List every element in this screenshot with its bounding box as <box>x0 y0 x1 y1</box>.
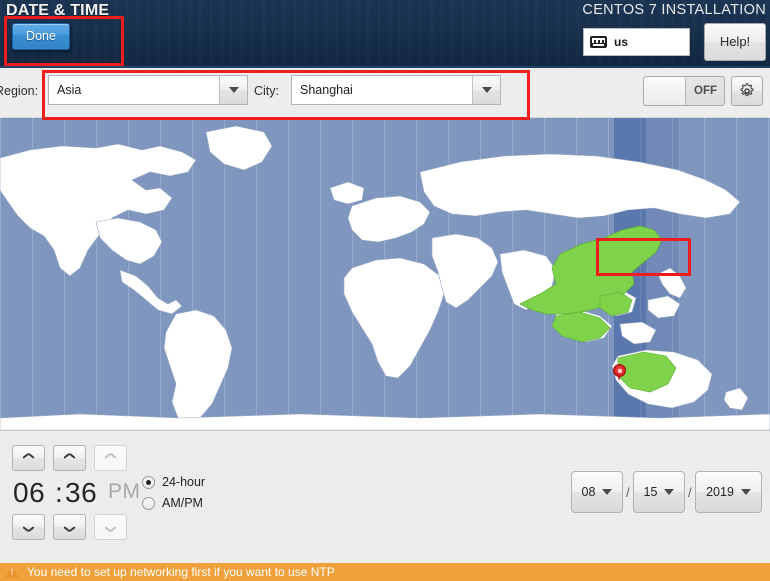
year-value: 2019 <box>706 485 734 499</box>
date-separator: / <box>626 485 630 500</box>
city-value: Shanghai <box>300 83 353 97</box>
network-time-settings-button[interactable] <box>731 76 763 106</box>
chevron-down-icon <box>64 524 75 531</box>
radio-am-pm-indicator <box>142 496 155 510</box>
minutes-decrement-button[interactable] <box>53 514 86 540</box>
location-marker-icon <box>613 364 626 381</box>
radio-am-pm[interactable]: AM/PM <box>142 496 203 510</box>
done-button[interactable]: Done <box>12 23 70 50</box>
month-dropdown[interactable]: 08 <box>571 471 623 513</box>
time-colon: : <box>55 477 64 508</box>
world-map-graphic <box>0 125 770 430</box>
page-title: DATE & TIME <box>6 2 110 19</box>
region-label: Region: <box>0 84 39 98</box>
warning-message: You need to set up networking first if y… <box>27 565 335 579</box>
hours-decrement-button[interactable] <box>12 514 45 540</box>
minutes-increment-button[interactable] <box>53 445 86 471</box>
help-button[interactable]: Help! <box>704 23 766 61</box>
gear-icon <box>740 83 754 97</box>
network-time-state: OFF <box>694 85 717 97</box>
installer-title: CENTOS 7 INSTALLATION <box>582 2 766 18</box>
date-time-screen: DATE & TIME CENTOS 7 INSTALLATION Done u… <box>0 0 770 581</box>
radio-am-pm-label: AM/PM <box>162 496 203 510</box>
radio-24-hour[interactable]: 24-hour <box>142 475 205 489</box>
chevron-down-icon <box>481 87 492 93</box>
region-value: Asia <box>57 83 82 97</box>
ampm-value: PM <box>108 480 141 503</box>
warning-bar: You need to set up networking first if y… <box>0 563 770 581</box>
keyboard-layout-label: us <box>614 35 629 49</box>
radio-24-hour-label: 24-hour <box>162 475 206 489</box>
chevron-down-icon <box>105 524 116 531</box>
network-time-toggle[interactable]: OFF <box>643 76 725 106</box>
region-dropdown-arrow[interactable] <box>219 76 247 104</box>
toggle-knob <box>644 77 686 105</box>
chevron-down-icon <box>664 489 675 495</box>
month-value: 08 <box>581 485 596 499</box>
hours-value: 06 <box>13 477 46 508</box>
day-dropdown[interactable]: 15 <box>633 471 685 513</box>
minutes-value: 36 <box>65 477 98 508</box>
ampm-decrement-button[interactable] <box>94 514 127 540</box>
year-dropdown[interactable]: 2019 <box>695 471 762 513</box>
city-label: City: <box>254 84 279 98</box>
chevron-down-icon <box>228 87 239 93</box>
chevron-down-icon <box>602 489 613 495</box>
marker-pin <box>613 364 626 377</box>
day-value: 15 <box>643 485 658 499</box>
chevron-up-icon <box>23 455 34 462</box>
chevron-down-icon <box>740 489 751 495</box>
date-separator: / <box>688 485 692 500</box>
ampm-increment-button[interactable] <box>94 445 127 471</box>
keyboard-icon <box>590 36 607 48</box>
hours-increment-button[interactable] <box>12 445 45 471</box>
app-header: DATE & TIME CENTOS 7 INSTALLATION Done u… <box>0 0 770 68</box>
timezone-map[interactable] <box>0 118 770 430</box>
radio-24-hour-indicator <box>142 475 155 489</box>
chevron-up-icon <box>105 455 116 462</box>
city-dropdown-arrow[interactable] <box>472 76 500 104</box>
region-dropdown[interactable]: Asia <box>48 75 248 105</box>
city-dropdown[interactable]: Shanghai <box>291 75 501 105</box>
chevron-down-icon <box>23 524 34 531</box>
warning-triangle-icon <box>5 566 19 578</box>
keyboard-layout-indicator[interactable]: us <box>583 28 690 56</box>
chevron-up-icon <box>64 455 75 462</box>
